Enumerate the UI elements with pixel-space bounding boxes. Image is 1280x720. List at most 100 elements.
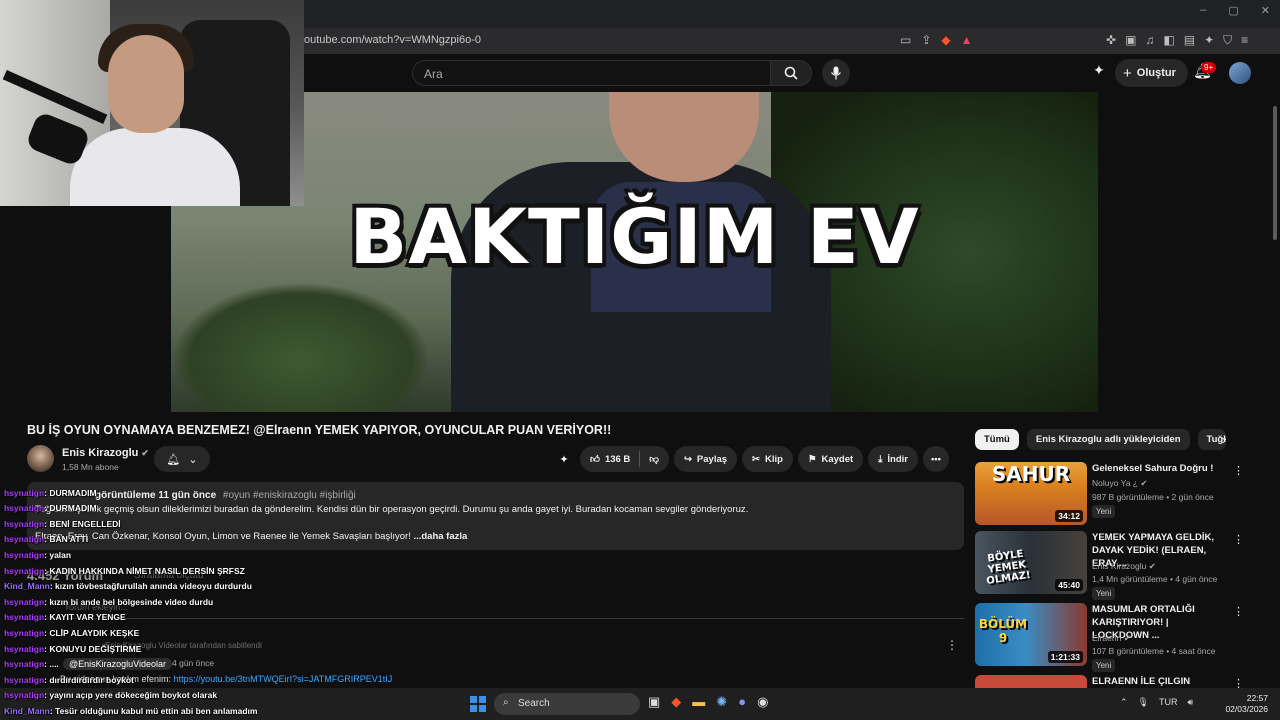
chip-all[interactable]: Tümü — [975, 428, 1019, 450]
recommended-video[interactable]: ELRAENN İLE ÇILGIN ÜRÜNLER ⋮ — [975, 675, 1245, 688]
chevron-right-icon[interactable]: › — [1222, 433, 1226, 447]
like-dislike-button[interactable]: 👍︎ 136 B 👎︎ — [580, 446, 669, 472]
create-label: Oluştur — [1136, 67, 1176, 79]
page-scrollbar[interactable] — [1270, 92, 1280, 720]
sparkle-icon[interactable]: ✦ — [553, 446, 575, 472]
scissors-icon: ✂ — [752, 453, 761, 465]
verified-icon: ✔ — [1148, 561, 1156, 571]
taskbar-search[interactable]: Search — [494, 693, 640, 715]
video-thumbnail[interactable]: BÖYLE YEMEK OLMAZ! 45:40 — [975, 531, 1087, 594]
screenshot-icon[interactable]: ▣ — [1125, 33, 1136, 48]
chat-message: hsynatign: KONUYU DEĞİŞTİRME — [4, 644, 142, 654]
download-button[interactable]: ⤓ İndir — [868, 446, 918, 472]
share-icon[interactable]: ⇪ — [921, 33, 931, 47]
rec-title[interactable]: Geleneksel Sahura Doğru ! — [1092, 462, 1227, 475]
recommended-video[interactable]: SAHUR 34:12 Geleneksel Sahura Doğru ! No… — [975, 462, 1245, 528]
video-frame[interactable]: BAKTIĞIM EV — [171, 92, 1098, 412]
search-input[interactable]: Ara — [412, 60, 770, 86]
like-count: 136 B — [604, 453, 631, 465]
rec-channel[interactable]: Enis Kirazoglu ✔ — [1092, 561, 1156, 572]
maximize-button[interactable]: ▢ — [1228, 4, 1238, 17]
rec-meta: 107 B görüntüleme • 4 saat önce — [1092, 646, 1216, 656]
task-view-icon[interactable]: ▣ — [648, 694, 660, 710]
subscriber-count: 1,58 Mn abone — [62, 462, 119, 472]
music-icon[interactable]: ♫ — [1145, 33, 1154, 48]
folder-icon[interactable]: ▬ — [692, 694, 705, 710]
more-vert-icon[interactable]: ⋮ — [1233, 533, 1244, 546]
video-title: BU İŞ OYUN OYNAMAYA BENZEMEZ! @Elraenn Y… — [27, 423, 612, 437]
more-actions-button[interactable]: ••• — [922, 446, 949, 472]
comment-author[interactable]: @EnisKirazogluVideolar — [63, 658, 173, 670]
voice-search-button[interactable] — [822, 59, 850, 87]
cast-icon[interactable]: ▭ — [900, 33, 911, 47]
clock[interactable]: 22:57 02/03/2026 — [1218, 693, 1268, 715]
chat-message: hsynatign: CLİP ALAYDIK KEŞKE — [4, 628, 140, 638]
url-field[interactable]: outube.com/watch?v=WMNgzpi6o-0 — [304, 34, 481, 46]
show-more-link[interactable]: ...daha fazla — [413, 531, 467, 542]
rec-channel[interactable]: Elraenn ✔ — [1092, 633, 1131, 644]
menu-icon[interactable]: ≡ — [1241, 33, 1248, 48]
chat-message: Kind_Mann: Tesür olduğunu kabul mü ettin… — [4, 706, 258, 716]
verified-icon: ✔ — [1140, 478, 1148, 488]
save-button[interactable]: ⚑ Kaydet — [797, 446, 864, 472]
new-badge: Yeni — [1092, 659, 1116, 672]
video-duration: 45:40 — [1055, 579, 1083, 591]
thumbs-down-icon[interactable]: 👎︎ — [649, 453, 659, 465]
more-icon: ••• — [930, 453, 941, 465]
language-indicator[interactable]: TUR — [1159, 697, 1178, 708]
chevron-down-icon: ⌄ — [188, 453, 198, 466]
vpn-icon[interactable]: ⛉ — [1223, 33, 1232, 48]
brave-shield-icon[interactable]: ◆ — [941, 33, 950, 47]
more-vert-icon[interactable]: ⋮ — [1233, 605, 1244, 618]
filter-chips: Tümü Enis Kirazoglu adlı yükleyiciden Tu… — [975, 428, 1226, 450]
discord-icon[interactable]: ● — [738, 694, 746, 710]
rec-channel[interactable]: Noluyo Ya ¿ ✔ — [1092, 478, 1148, 489]
wallet-icon[interactable]: ▤ — [1184, 33, 1195, 48]
extensions-icon[interactable]: ✜ — [1106, 33, 1116, 48]
create-button[interactable]: + Oluştur — [1115, 59, 1188, 87]
video-duration: 1:21:33 — [1047, 651, 1083, 663]
more-vert-icon[interactable]: ⋮ — [1233, 677, 1244, 688]
comment-link[interactable]: https://youtu.be/3tnMTWQEirI?si=JATMFGRI… — [174, 674, 393, 684]
channel-avatar[interactable] — [27, 445, 54, 472]
chat-message: Kind_Mann: kızın tövbestağfurullah anınd… — [4, 581, 252, 591]
comment-more-icon[interactable]: ⋮ — [946, 638, 958, 652]
new-badge: Yeni — [1092, 505, 1116, 518]
settings-icon[interactable]: ✺ — [716, 694, 727, 710]
video-overlay-text: BAKTIĞIM EV — [349, 192, 920, 281]
chip-uploader[interactable]: Enis Kirazoglu adlı yükleyiciden — [1026, 428, 1190, 450]
new-badge: Yeni — [1092, 587, 1116, 600]
avatar[interactable] — [1229, 62, 1251, 84]
volume-icon[interactable]: 🔊︎ — [1187, 697, 1193, 708]
bookmark-icon: ⚑ — [807, 453, 817, 465]
leo-icon[interactable]: ✦ — [1204, 33, 1214, 48]
video-thumbnail[interactable]: BÖLÜM 9 1:21:33 — [975, 603, 1087, 666]
brave-rewards-icon[interactable]: ▲ — [961, 33, 973, 47]
bell-icon: 🔔︎ — [166, 453, 181, 466]
scroll-thumb[interactable] — [1273, 106, 1277, 240]
brave-icon[interactable]: ◆ — [671, 694, 681, 710]
description-tags[interactable]: #oyun #eniskirazoglu #işbirliği — [223, 490, 356, 501]
taskbar-apps: ▣ ◆ ▬ ✺ ● ◉ — [648, 694, 768, 710]
more-vert-icon[interactable]: ⋮ — [1233, 464, 1244, 477]
obs-icon[interactable]: ◉ — [757, 694, 768, 710]
close-button[interactable]: ✕ — [1261, 4, 1270, 17]
start-button[interactable] — [470, 696, 486, 712]
mic-icon[interactable]: 🎙︎ — [1138, 697, 1149, 708]
cast-button-icon[interactable]: ✦ — [1093, 62, 1105, 79]
search-button[interactable] — [770, 60, 812, 86]
rec-title[interactable]: ELRAENN İLE ÇILGIN ÜRÜNLER — [1092, 675, 1227, 688]
recommended-video[interactable]: BÖLÜM 9 1:21:33 MASUMLAR ORTALIĞI KARIŞT… — [975, 603, 1245, 672]
video-thumbnail[interactable] — [975, 675, 1087, 688]
minimize-button[interactable]: – — [1200, 4, 1206, 17]
video-thumbnail[interactable]: SAHUR 34:12 — [975, 462, 1087, 525]
share-button[interactable]: ↪ Paylaş — [673, 446, 738, 472]
chevron-up-icon[interactable]: ⌃ — [1120, 697, 1128, 708]
channel-name[interactable]: Enis Kirazoglu ✔ — [62, 447, 149, 459]
sidebar-icon[interactable]: ◧ — [1163, 33, 1174, 48]
recommended-video[interactable]: BÖYLE YEMEK OLMAZ! 45:40 YEMEK YAPMAYA G… — [975, 531, 1245, 600]
search-icon: ⌕ — [503, 697, 509, 708]
clip-button[interactable]: ✂ Klip — [742, 446, 793, 472]
chat-message: hsynatign: KAYIT VAR YENGE — [4, 612, 126, 622]
subscription-bell-button[interactable]: 🔔︎ ⌄ — [154, 446, 210, 472]
